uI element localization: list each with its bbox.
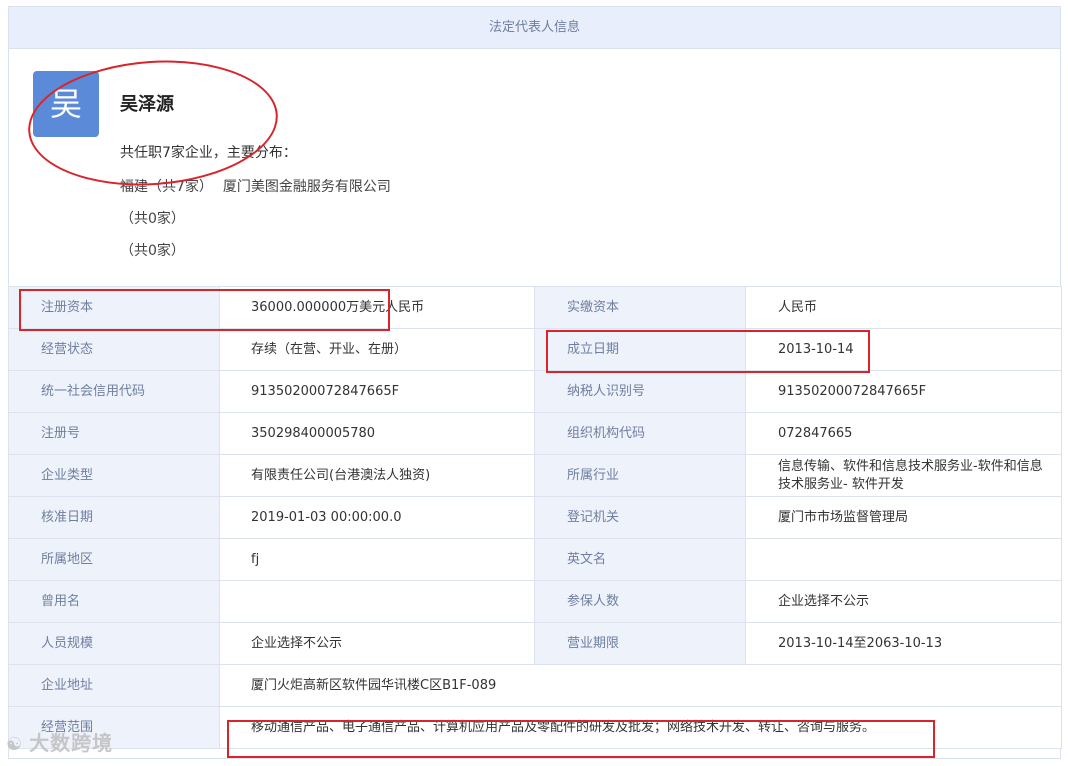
field-value: 人民币: [745, 286, 1062, 329]
field-value: 企业选择不公示: [219, 622, 535, 665]
table-row: 经营状态 存续（在营、开业、在册） 成立日期 2013-10-14: [8, 328, 1062, 371]
field-label: 参保人数: [534, 580, 746, 623]
field-value: 072847665: [745, 412, 1062, 455]
field-label: 企业类型: [8, 454, 220, 497]
field-value: 企业选择不公示: [745, 580, 1062, 623]
field-label: 注册资本: [8, 286, 220, 329]
field-label: 所属行业: [534, 454, 746, 497]
table-row: 注册号 350298400005780 组织机构代码 072847665: [8, 412, 1062, 455]
field-label: 所属地区: [8, 538, 220, 581]
field-value: 存续（在营、开业、在册）: [219, 328, 535, 371]
table-row: 核准日期 2019-01-03 00:00:00.0 登记机关 厦门市市场监督管…: [8, 496, 1062, 539]
address-value: 厦门火炬高新区软件园华讯楼C区B1F-089: [219, 664, 1062, 707]
field-label: 核准日期: [8, 496, 220, 539]
distribution-item: （共0家）: [120, 208, 185, 228]
section-title: 法定代表人信息: [8, 6, 1061, 49]
distribution-region: （共0家）: [120, 243, 185, 259]
table-row: 人员规模 企业选择不公示 营业期限 2013-10-14至2063-10-13: [8, 622, 1062, 665]
table-row: 企业类型 有限责任公司(台港澳法人独资) 所属行业 信息传输、软件和信息技术服务…: [8, 454, 1062, 497]
company-info-table: 注册资本 36000.000000万美元人民币 实缴资本 人民币 经营状态 存续…: [8, 286, 1062, 749]
field-value: fj: [219, 538, 535, 581]
field-label: 人员规模: [8, 622, 220, 665]
field-label: 组织机构代码: [534, 412, 746, 455]
table-row: 所属地区 fj 英文名: [8, 538, 1062, 581]
field-value: 91350200072847665F: [219, 370, 535, 413]
field-value: 有限责任公司(台港澳法人独资): [219, 454, 535, 497]
field-label: 英文名: [534, 538, 746, 581]
field-label: 纳税人识别号: [534, 370, 746, 413]
field-value: 信息传输、软件和信息技术服务业-软件和信息技术服务业- 软件开发: [745, 454, 1062, 497]
field-label: 曾用名: [8, 580, 220, 623]
field-label: 注册号: [8, 412, 220, 455]
table-row: 曾用名 参保人数 企业选择不公示: [8, 580, 1062, 623]
field-label: 统一社会信用代码: [8, 370, 220, 413]
field-value: 2019-01-03 00:00:00.0: [219, 496, 535, 539]
field-label: 成立日期: [534, 328, 746, 371]
field-label: 经营状态: [8, 328, 220, 371]
table-row: 经营范围 移动通信产品、电子通信产品、计算机应用产品及零配件的研发及批发；网络技…: [8, 706, 1062, 749]
field-label: 营业期限: [534, 622, 746, 665]
field-label: 企业地址: [8, 664, 220, 707]
table-row: 注册资本 36000.000000万美元人民币 实缴资本 人民币: [8, 286, 1062, 329]
table-row: 企业地址 厦门火炬高新区软件园华讯楼C区B1F-089: [8, 664, 1062, 707]
field-label: 登记机关: [534, 496, 746, 539]
distribution-region: （共0家）: [120, 211, 185, 227]
watermark-logo-icon: ☯: [6, 734, 24, 755]
field-value: 2013-10-14至2063-10-13: [745, 622, 1062, 665]
watermark-text: 大数跨境: [29, 731, 114, 755]
field-value: [745, 538, 1062, 581]
distribution-company-link[interactable]: 厦门美图金融服务有限公司: [223, 179, 391, 195]
field-value: 厦门市市场监督管理局: [745, 496, 1062, 539]
field-label: 实缴资本: [534, 286, 746, 329]
watermark: ☯ 大数跨境: [6, 727, 113, 756]
distribution-item: （共0家）: [120, 240, 185, 260]
field-value: [219, 580, 535, 623]
field-value: 2013-10-14: [745, 328, 1062, 371]
field-value: 36000.000000万美元人民币: [219, 286, 535, 329]
table-row: 统一社会信用代码 91350200072847665F 纳税人识别号 91350…: [8, 370, 1062, 413]
field-value: 91350200072847665F: [745, 370, 1062, 413]
business-scope-value: 移动通信产品、电子通信产品、计算机应用产品及零配件的研发及批发；网络技术开发、转…: [219, 706, 1062, 749]
field-value: 350298400005780: [219, 412, 535, 455]
